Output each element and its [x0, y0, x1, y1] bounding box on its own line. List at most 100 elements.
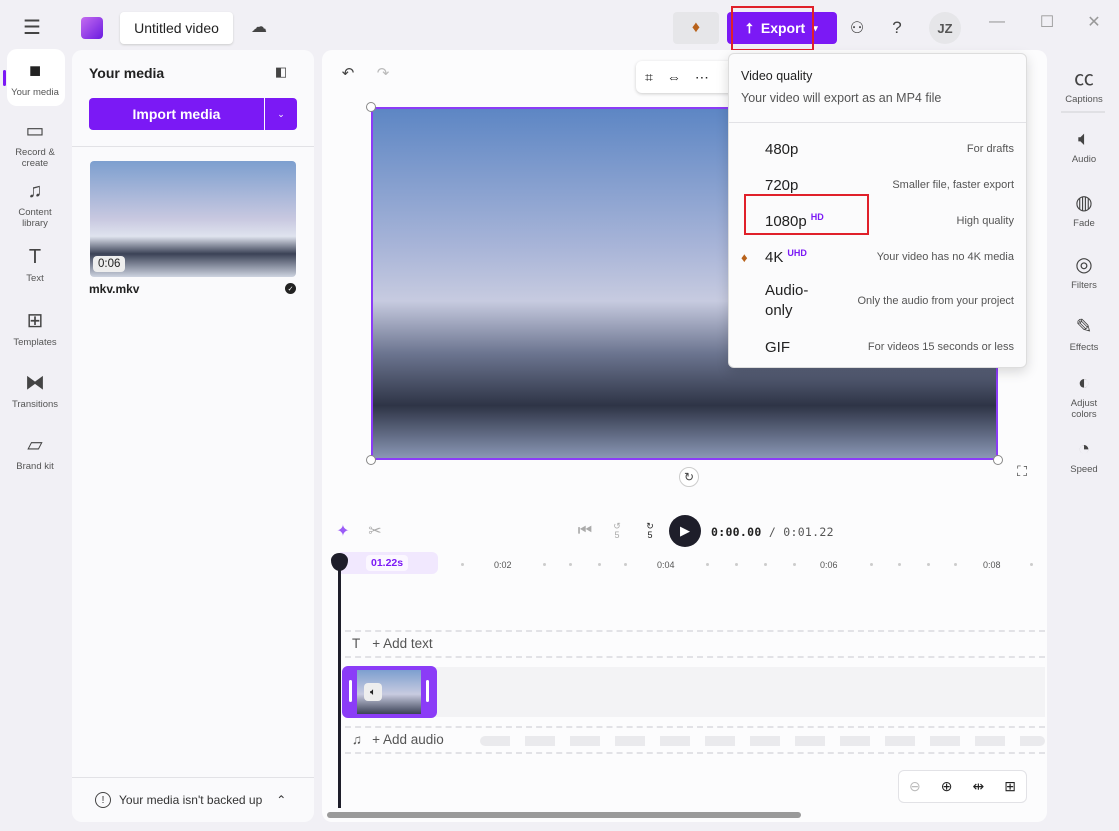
fit-timeline-icon[interactable]: ⇹	[973, 778, 985, 795]
current-time: 0:00.00	[711, 525, 762, 539]
option-gif[interactable]: GIF For videos 15 seconds or less	[729, 332, 1026, 362]
speed-button[interactable]: ◔ Speed	[1054, 438, 1114, 475]
zoom-in-icon[interactable]: ⊕	[941, 778, 953, 795]
info-icon: !	[95, 792, 111, 808]
undo-icon[interactable]: ↶	[338, 63, 358, 83]
fit-icon[interactable]: ⇔	[667, 69, 681, 85]
clip-volume-icon[interactable]: 🔈︎	[364, 683, 382, 701]
nav-record-create[interactable]: ▭ Record & create	[4, 118, 66, 169]
divider	[72, 146, 314, 147]
menu-title: Video quality	[741, 69, 813, 83]
adjust-colors-icon: ◐	[1077, 372, 1091, 394]
skip-to-start-icon[interactable]: ⏮	[575, 521, 595, 541]
preview-toolbar: ⌗ ⇔ ⋯	[636, 61, 736, 93]
folder-icon: ■	[28, 60, 42, 82]
nav-brand-kit[interactable]: ▱ Brand kit	[4, 432, 66, 472]
fade-button[interactable]: ◍ Fade	[1054, 190, 1114, 229]
adjust-colors-button[interactable]: ◐ Adjust colors	[1054, 372, 1114, 420]
resize-handle-bl[interactable]	[366, 455, 376, 465]
timeline-scrollbar[interactable]	[327, 812, 801, 818]
divider	[1061, 111, 1105, 113]
fade-icon: ◍	[1075, 192, 1093, 214]
rewind-5-icon[interactable]: ↺ 5	[607, 520, 627, 542]
ruler-tick: 0:06	[820, 560, 838, 570]
nav-transitions[interactable]: ⧓ Transitions	[4, 370, 66, 410]
more-icon[interactable]: ⋯	[695, 69, 709, 86]
captions-button[interactable]: ㏄ Captions	[1054, 62, 1114, 105]
add-track-icon[interactable]: ⊞	[1004, 778, 1016, 795]
import-media-button[interactable]: Import media	[89, 98, 264, 130]
media-panel-title: Your media	[89, 65, 165, 81]
forward-5-icon[interactable]: ↻ 5	[640, 520, 660, 542]
brand-kit-icon: ▱	[27, 434, 43, 456]
premium-diamond-icon: ♦	[741, 249, 748, 265]
nav-your-media[interactable]: ■ Your media	[4, 60, 66, 98]
option-audio-only[interactable]: Audio-only Only the audio from your proje…	[729, 278, 1026, 324]
music-note-icon: ♫	[352, 732, 363, 747]
ruler-tick: 0:02	[494, 560, 512, 570]
option-4k[interactable]: ♦ 4K UHD Your video has no 4K media	[729, 242, 1026, 272]
check-icon: ✓	[285, 283, 296, 294]
import-dropdown-button[interactable]: ⌄	[265, 98, 297, 130]
resize-handle-tl[interactable]	[366, 102, 376, 112]
media-filename: mkv.mkv	[89, 282, 140, 296]
avatar[interactable]: JZ	[929, 12, 961, 44]
close-button[interactable]: ✕	[1082, 12, 1106, 32]
video-track	[345, 667, 1045, 717]
rotate-icon[interactable]: ↻	[679, 467, 699, 487]
uhd-badge: UHD	[787, 248, 807, 258]
effects-icon: ✎	[1075, 316, 1093, 338]
captions-icon: ㏄	[1074, 68, 1094, 90]
maximize-button[interactable]: ☐	[1035, 12, 1059, 32]
transitions-icon: ⧓	[25, 372, 45, 394]
share-icon[interactable]: ⚇	[845, 16, 869, 40]
cloud-off-icon[interactable]: ☁	[247, 15, 271, 39]
ai-sparkle-icon[interactable]: ✦	[333, 521, 353, 541]
fullscreen-icon[interactable]: ⛶	[1012, 461, 1032, 481]
filters-button[interactable]: ◎ Filters	[1054, 252, 1114, 291]
templates-icon: ⊞	[26, 310, 44, 332]
menu-subtitle: Your video will export as an MP4 file	[741, 91, 942, 105]
option-480p[interactable]: 480p For drafts	[729, 134, 1026, 164]
audio-button[interactable]: 🔈︎ Audio	[1054, 128, 1114, 165]
add-audio-track[interactable]: ♫ + Add audio	[352, 732, 444, 747]
backup-notice[interactable]: ! Your media isn't backed up ⌃	[95, 792, 286, 808]
speed-icon: ◔	[1077, 438, 1091, 460]
add-text-track[interactable]: T + Add text	[352, 636, 433, 651]
text-track-icon: T	[352, 636, 361, 651]
play-button[interactable]: ▶	[669, 515, 701, 547]
app-logo	[81, 17, 103, 39]
nav-text[interactable]: T Text	[4, 246, 66, 284]
export-highlight	[731, 6, 814, 51]
nav-templates[interactable]: ⊞ Templates	[4, 308, 66, 348]
redo-icon[interactable]: ↷	[373, 63, 393, 83]
zoom-out-icon[interactable]: ⊖	[909, 778, 921, 795]
ruler-tick: 0:04	[657, 560, 675, 570]
total-time: / 0:01.22	[768, 525, 834, 539]
split-scissors-icon[interactable]: ✂	[365, 521, 385, 541]
playhead-label: 01.22s	[366, 555, 409, 571]
time-display: 0:00.00 / 0:01.22	[711, 525, 834, 539]
chevron-up-icon: ⌃	[276, 793, 287, 807]
camera-icon: ▭	[25, 120, 45, 142]
divider	[729, 122, 1026, 123]
crop-icon[interactable]: ⌗	[645, 69, 653, 86]
project-title[interactable]: Untitled video	[120, 12, 233, 44]
effects-button[interactable]: ✎ Effects	[1054, 314, 1114, 353]
help-button[interactable]: ?	[886, 16, 908, 40]
resize-handle-br[interactable]	[993, 455, 1003, 465]
video-clip[interactable]: 🔈︎	[342, 666, 437, 718]
audio-icon: 🔈︎	[1078, 128, 1090, 150]
collapse-panel-icon[interactable]: ◧	[271, 63, 291, 81]
1080p-highlight	[744, 194, 869, 235]
playhead[interactable]	[338, 556, 341, 808]
ruler-tick: 0:08	[983, 560, 1001, 570]
nav-content-library[interactable]: ♫ Content library	[4, 180, 66, 229]
library-icon: ♫	[27, 180, 43, 202]
minimize-button[interactable]: —	[985, 12, 1009, 32]
premium-diamond-button[interactable]: ♦	[673, 12, 719, 44]
zoom-controls: ⊖ ⊕ ⇹ ⊞	[898, 770, 1027, 803]
media-duration: 0:06	[93, 256, 126, 272]
filters-icon: ◎	[1075, 254, 1093, 276]
menu-icon[interactable]: ☰	[20, 16, 44, 39]
